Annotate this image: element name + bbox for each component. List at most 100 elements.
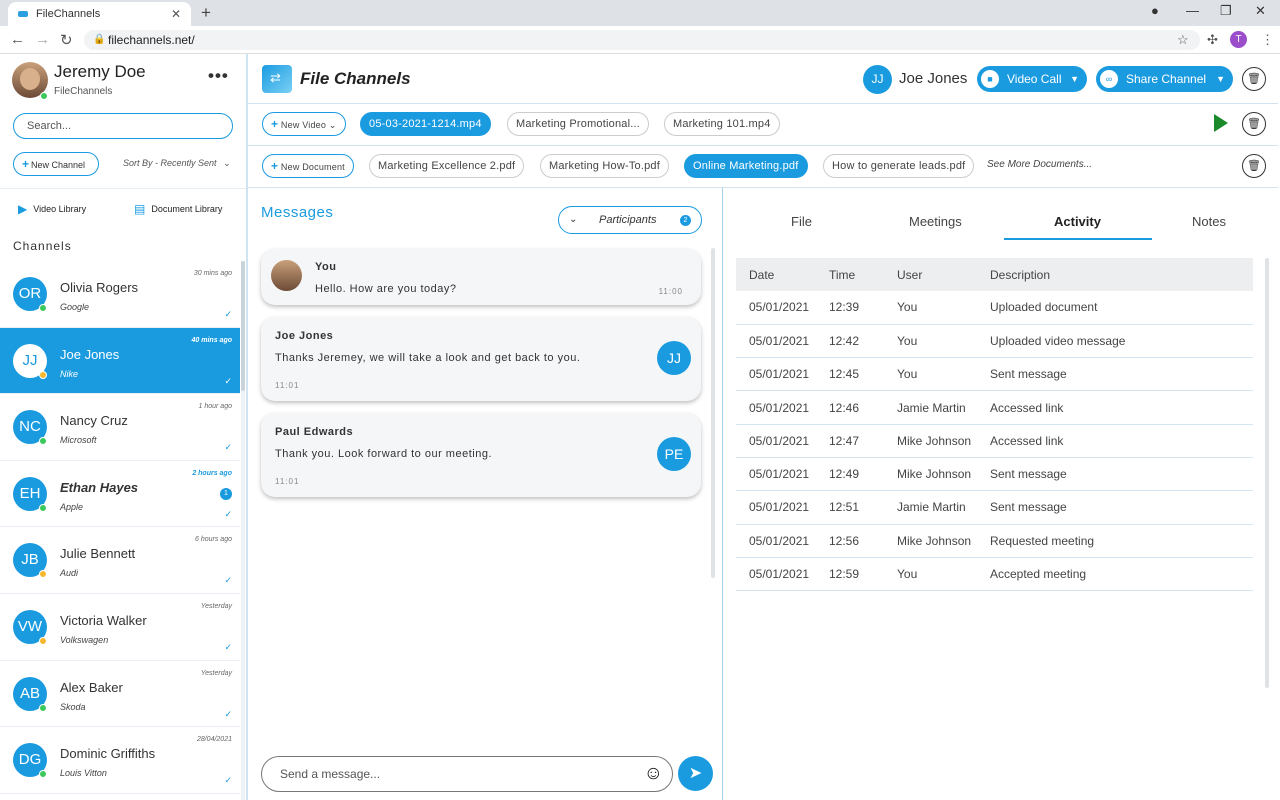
current-user: Jeremy Doe FileChannels ••• — [12, 62, 242, 102]
plus-icon: + — [22, 157, 30, 171]
new-document-button[interactable]: + New Document — [262, 154, 354, 178]
channel-item[interactable]: AB Alex Baker Skoda Yesterday ✓ — [0, 661, 240, 728]
channel-name: Julie Bennett — [60, 546, 136, 562]
scrollbar-thumb[interactable] — [241, 261, 245, 391]
more-options-icon[interactable]: ••• — [208, 66, 229, 86]
document-chip[interactable]: Marketing Excellence 2.pdf — [369, 154, 525, 178]
maximize-icon[interactable]: ❐ — [1220, 3, 1232, 19]
extensions-icon[interactable]: ✣ — [1207, 32, 1218, 48]
cell-date: 05/01/2021 — [736, 291, 829, 325]
channel-time: 30 mins ago — [193, 270, 232, 277]
cell-time: 12:56 — [829, 524, 897, 558]
channel-time: 2 hours ago — [192, 469, 232, 477]
browser-menu-icon[interactable]: ⋮ — [1261, 32, 1274, 48]
video-library-button[interactable]: ▶ Video Library — [18, 202, 86, 216]
document-library-label: Document Library — [151, 204, 223, 214]
cell-time: 12:47 — [829, 424, 897, 458]
cell-description: Accessed link — [990, 390, 1253, 425]
channel-time: Yesterday — [200, 602, 232, 610]
status-dot — [39, 703, 47, 712]
message-card: Joe Jones Thanks Jeremey, we will take a… — [261, 317, 701, 401]
user-org: FileChannels — [54, 86, 113, 97]
delete-video-icon[interactable]: 🗑 — [1242, 112, 1266, 136]
status-dot — [39, 503, 47, 512]
tab-activity[interactable]: Activity — [1054, 214, 1101, 229]
message-input[interactable]: Send a message... ☺ — [261, 756, 673, 792]
app-name: File Channels — [300, 69, 411, 88]
video-chip[interactable]: Marketing 101.mp4 — [664, 112, 780, 136]
delete-channel-icon[interactable]: 🗑 — [1242, 67, 1266, 91]
cell-description: Sent message — [990, 457, 1253, 492]
channel-item[interactable]: OR Olivia Rogers Google 30 mins ago ✓ — [0, 261, 240, 328]
bookmark-star-icon[interactable]: ☆ — [1177, 32, 1189, 48]
play-icon[interactable] — [1214, 114, 1228, 132]
participants-dropdown[interactable]: ⌄ Participants 2 — [558, 206, 702, 234]
reload-icon[interactable]: ↻ — [60, 31, 73, 49]
close-tab-icon[interactable]: ✕ — [171, 7, 181, 21]
channel-item[interactable]: NC Nancy Cruz Microsoft 1 hour ago ✓ — [0, 394, 240, 461]
back-icon[interactable]: ← — [10, 31, 25, 48]
channel-item[interactable]: VW Victoria Walker Volkswagen Yesterday … — [0, 594, 240, 661]
document-chip[interactable]: How to generate leads.pdf — [823, 154, 975, 178]
new-tab-button[interactable]: + — [201, 3, 211, 23]
video-chip-selected[interactable]: 05-03-2021-1214.mp4 — [360, 112, 491, 136]
browser-tab[interactable]: FileChannels ✕ — [8, 2, 191, 26]
channel-item[interactable]: EH Ethan Hayes Apple 2 hours ago 1 ✓ — [0, 461, 240, 528]
video-call-button[interactable]: ■ Video Call ▼ — [977, 66, 1087, 92]
favicon-icon — [18, 11, 28, 17]
send-button[interactable]: ➤ — [678, 756, 713, 791]
minimize-icon[interactable]: — — [1186, 3, 1199, 18]
new-channel-button[interactable]: + New Channel — [13, 152, 99, 176]
cell-user: Mike Johnson — [897, 524, 990, 558]
document-library-button[interactable]: ▤ Document Library — [134, 202, 222, 216]
messages-scrollbar[interactable] — [711, 248, 715, 578]
document-chip-selected[interactable]: Online Marketing.pdf — [684, 154, 808, 178]
share-channel-button[interactable]: ∞ Share Channel ▼ — [1096, 66, 1233, 92]
address-bar-row: ← → ↻ 🔒 filechannels.net/ ☆ ✣ — [0, 26, 1280, 54]
column-header-time: Time — [829, 258, 897, 291]
delete-document-icon[interactable]: 🗑 — [1242, 154, 1266, 178]
see-more-documents-link[interactable]: See More Documents... — [987, 159, 1092, 170]
emoji-icon[interactable]: ☺ — [644, 757, 663, 791]
document-chip[interactable]: Marketing How-To.pdf — [540, 154, 669, 178]
sidebar-scrollbar[interactable] — [241, 261, 245, 800]
cell-time: 12:49 — [829, 457, 897, 492]
new-video-button[interactable]: + New Video ⌄ — [262, 112, 346, 136]
active-tab-indicator — [1004, 238, 1152, 240]
table-row: 05/01/2021 12:42 You Uploaded video message — [736, 324, 1253, 359]
chevron-down-icon: ▼ — [1070, 74, 1079, 84]
channel-item[interactable]: DG Dominic Griffiths Louis Vitton 28/04/… — [0, 727, 240, 794]
channel-item[interactable]: JB Julie Bennett Audi 6 hours ago ✓ — [0, 527, 240, 594]
new-channel-label: New Channel — [31, 160, 86, 170]
channel-org: Google — [60, 302, 90, 312]
send-icon: ➤ — [688, 765, 703, 782]
link-icon: ∞ — [1100, 70, 1118, 88]
sender-avatar — [271, 260, 302, 291]
activity-scrollbar[interactable] — [1265, 258, 1269, 688]
message-sender: Joe Jones — [275, 330, 334, 342]
chevron-down-icon: ⌄ — [223, 158, 231, 168]
messages-panel: Messages ⌄ Participants 2 You Hello. How… — [248, 188, 723, 800]
read-check-icon: ✓ — [224, 708, 232, 719]
chevron-down-icon: ▼ — [1216, 74, 1225, 84]
close-window-icon[interactable]: ✕ — [1255, 3, 1266, 19]
search-input[interactable]: Search... — [13, 113, 233, 139]
lock-icon: 🔒 — [93, 34, 106, 45]
profile-avatar[interactable]: T — [1230, 31, 1247, 48]
tab-meetings[interactable]: Meetings — [909, 214, 962, 229]
tab-notes[interactable]: Notes — [1192, 214, 1226, 229]
contact-avatar[interactable]: JJ — [863, 65, 892, 94]
tab-file[interactable]: File — [791, 214, 812, 229]
sort-by-dropdown[interactable]: Sort By - Recently Sent ⌄ — [123, 158, 231, 169]
extension-record-icon[interactable]: ● — [1151, 3, 1159, 18]
channel-org: Microsoft — [60, 435, 97, 446]
address-bar[interactable]: 🔒 filechannels.net/ — [84, 30, 1200, 50]
cell-user: Mike Johnson — [897, 424, 990, 458]
channel-time: 28/04/2021 — [196, 736, 232, 744]
channel-item-active[interactable]: JJ Joe Jones Nike 40 mins ago ✓ — [0, 327, 240, 395]
forward-icon[interactable]: → — [35, 31, 50, 48]
video-chip[interactable]: Marketing Promotional... — [507, 112, 650, 136]
chevron-down-icon: ⌄ — [328, 120, 337, 130]
cell-description: Uploaded document — [990, 291, 1253, 325]
app-logo[interactable]: File Channels — [262, 65, 411, 93]
